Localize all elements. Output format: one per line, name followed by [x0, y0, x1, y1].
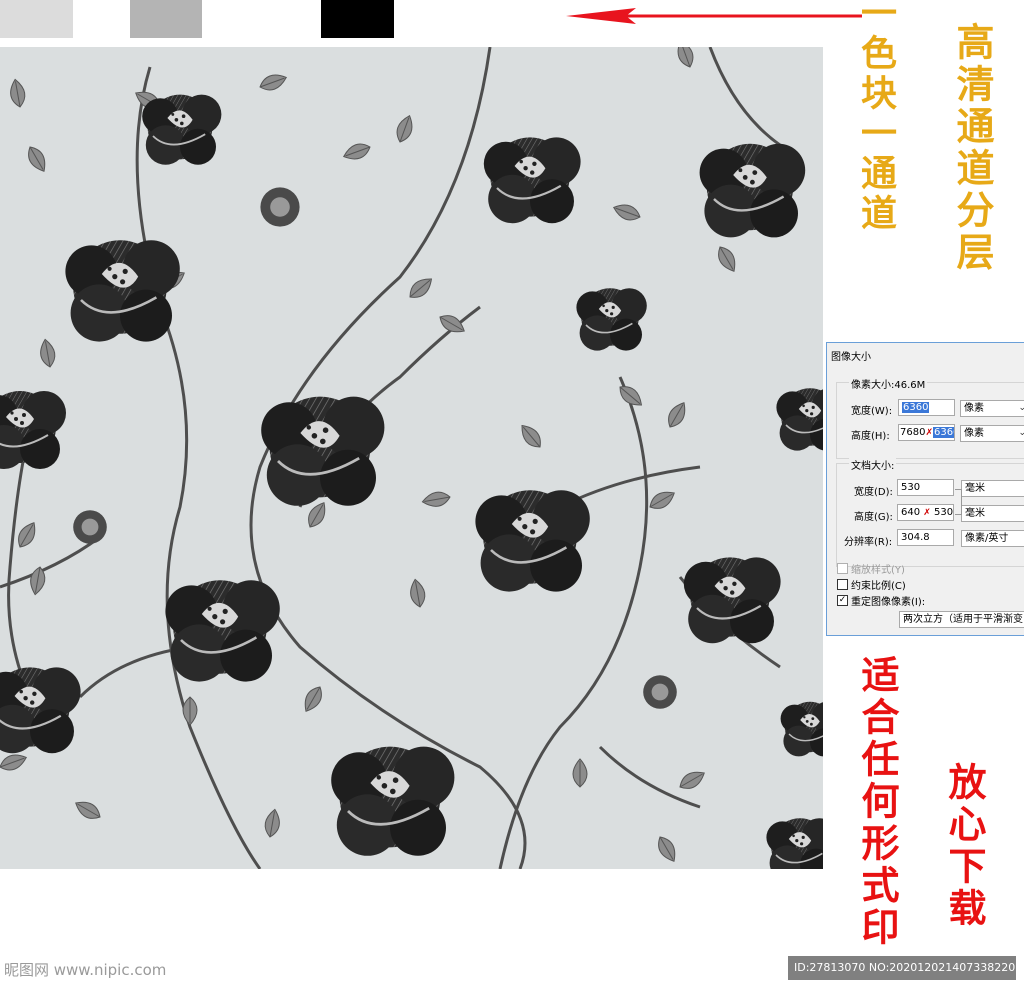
color-swatch-black [321, 0, 394, 38]
pixel-height-unit: 像素 [964, 428, 984, 439]
constrain-proportions-label: 约束比例(C) [851, 581, 906, 592]
pixel-width-unit: 像素 [964, 403, 984, 414]
scale-styles-label: 缩放样式(Y) [851, 565, 905, 576]
scale-styles-checkbox[interactable]: 缩放样式(Y) [837, 561, 905, 576]
resample-method-select[interactable]: 两次立方（适用于平滑渐变 [899, 611, 1024, 628]
pixel-height-unit-select[interactable]: 像素 ⌄ [960, 425, 1024, 442]
constrain-proportions-checkbox[interactable]: 约束比例(C) [837, 577, 906, 592]
resample-checkbox[interactable]: ✓ 重定图像像素(I): [837, 593, 925, 608]
color-swatch-white [73, 0, 130, 38]
image-id-watermark: ID:27813070 NO:20201202140733822088 [788, 956, 1024, 980]
doc-height-unit-select[interactable]: 毫米 [961, 505, 1024, 522]
pixel-height-old-value: 7680 [900, 427, 926, 438]
edit-mark-icon: ✗ [925, 428, 933, 438]
doc-width-unit: 毫米 [965, 483, 985, 494]
floral-pattern-image [0, 47, 823, 869]
doc-height-new-value: 530 [934, 507, 954, 518]
dialog-title: 图像大小 [831, 352, 871, 363]
pixel-height-input[interactable]: 7680✗6360 [898, 424, 955, 441]
doc-height-unit: 毫米 [965, 508, 985, 519]
pixel-dimensions-group [836, 382, 1024, 459]
pixel-width-input[interactable]: 6360 [898, 399, 955, 416]
doc-height-input[interactable]: 640 ✗ 530 [897, 504, 954, 521]
pixel-dimensions-label: 像素大小:46.6M [849, 376, 928, 391]
color-swatch-mid-gray [130, 0, 202, 38]
doc-height-label: 高度(G): [854, 512, 893, 523]
chevron-down-icon: ⌄ [1018, 426, 1024, 441]
pixel-width-unit-select[interactable]: 像素 ⌄ [960, 400, 1024, 417]
doc-width-input[interactable]: 530 [897, 479, 954, 496]
resolution-value: 304.8 [901, 532, 930, 543]
checkmark-icon: ✓ [837, 595, 848, 606]
resolution-label: 分辨率(R): [844, 537, 893, 548]
resample-label: 重定图像像素(I): [851, 597, 926, 608]
channel-note-text: 一色块一通道 [855, 0, 897, 234]
hd-layers-note-text: 高清通道分层 [950, 22, 995, 274]
edit-mark-icon: ✗ [923, 508, 931, 518]
color-swatch-light-gray [0, 0, 73, 38]
checkbox-box [837, 563, 848, 574]
document-size-label: 文档大小: [849, 457, 897, 472]
chevron-down-icon: ⌄ [1018, 401, 1024, 416]
doc-width-value: 530 [901, 482, 921, 493]
site-watermark: 昵图网 www.nipic.com [4, 961, 167, 979]
arrow-left-icon [566, 8, 862, 24]
doc-width-label: 宽度(D): [854, 487, 893, 498]
constrain-link-bracket [955, 489, 962, 515]
doc-width-unit-select[interactable]: 毫米 [961, 480, 1024, 497]
pixel-width-label: 宽度(W): [851, 406, 893, 417]
checkbox-box [837, 579, 848, 590]
image-size-dialog: 图像大小 像素大小:46.6M 宽度(W): 6360 像素 ⌄ 高度(H): … [826, 342, 1024, 636]
download-note-text: 放心下载 [942, 762, 987, 930]
resolution-unit-select[interactable]: 像素/英寸 [961, 530, 1024, 547]
pixel-width-value: 6360 [902, 402, 930, 413]
resample-method: 两次立方（适用于平滑渐变 [903, 614, 1023, 625]
print-note-text: 适合任何形式印 [855, 655, 900, 949]
resolution-input[interactable]: 304.8 [897, 529, 954, 546]
doc-height-old-value: 640 [901, 507, 921, 518]
pixel-height-new-value: 6360 [933, 427, 954, 438]
resolution-unit: 像素/英寸 [965, 533, 1009, 544]
pixel-height-label: 高度(H): [851, 431, 890, 442]
